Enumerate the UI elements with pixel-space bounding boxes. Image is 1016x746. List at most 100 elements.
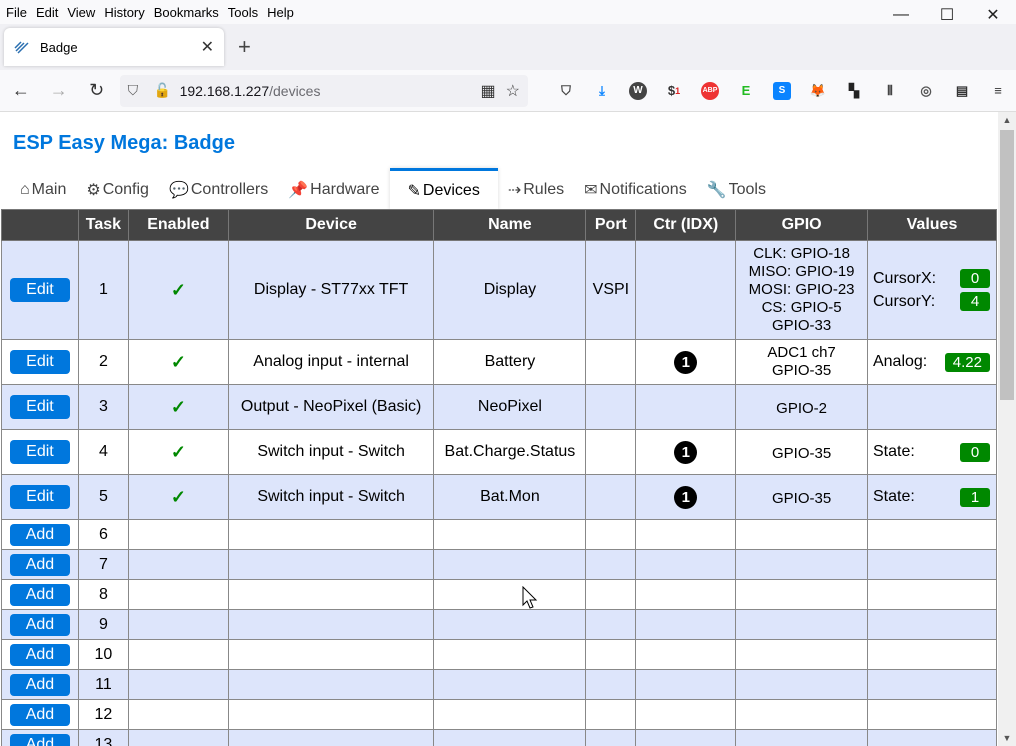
qr-code-icon[interactable]: ▦ [481, 81, 496, 101]
tab-label: Controllers [190, 181, 269, 198]
edit-button[interactable]: Edit [9, 350, 70, 374]
new-tab-button[interactable]: + [238, 34, 251, 60]
menu-tools[interactable]: Tools [228, 5, 258, 20]
menu-edit[interactable]: Edit [36, 5, 58, 20]
table-row-empty: Add 12 [1, 699, 998, 730]
value-badge: 4 [960, 292, 990, 311]
tab-label: Main [31, 181, 67, 198]
name-cell: Bat.Mon [433, 474, 587, 520]
tab-notifications[interactable]: ✉ Notifications [574, 172, 697, 208]
add-button[interactable]: Add [9, 703, 70, 726]
task-cell: 12 [77, 699, 129, 730]
controller-badge: 1 [674, 350, 698, 374]
task-cell: 13 [77, 729, 129, 746]
add-button[interactable]: Add [9, 613, 70, 636]
value-badge: 4.22 [944, 352, 990, 372]
page-content: ESP Easy Mega: Badge ⌂ Main ⚙ Config 💬 Cont… [0, 112, 998, 746]
port-cell [585, 429, 637, 475]
browser-tab[interactable]: Badge ✕ [4, 28, 224, 66]
wordpress-extension-icon[interactable]: W [620, 77, 656, 105]
tab-close-icon[interactable]: ✕ [201, 37, 214, 57]
tab-main[interactable]: ⌂ Main [10, 172, 76, 208]
edit-button[interactable]: Edit [9, 440, 70, 464]
menu-help[interactable]: Help [267, 5, 294, 20]
add-button[interactable]: Add [9, 673, 70, 696]
check-icon: ✓ [170, 486, 186, 507]
scroll-down-icon[interactable]: ▼ [998, 730, 1016, 746]
url-bar[interactable]: ⛉ 🔓 192.168.1.227/devices ▦ ☆ [119, 74, 528, 107]
menu-view[interactable]: View [67, 5, 95, 20]
adblock-plus-icon[interactable]: ABP [692, 77, 728, 105]
dollar-extension-icon[interactable]: $1 [656, 77, 692, 105]
screenshot-icon[interactable]: ◎ [908, 77, 944, 105]
values-cell: Analog: 4.22 [866, 339, 998, 385]
edit-button[interactable]: Edit [9, 395, 70, 419]
arrow-icon: ⇢ [507, 182, 522, 199]
metamask-fox-icon[interactable]: 🦊 [800, 77, 836, 105]
task-cell: 9 [77, 609, 129, 640]
reload-button[interactable]: ↻ [80, 75, 114, 107]
bookmark-star-icon[interactable]: ☆ [506, 81, 520, 101]
menu-bookmarks[interactable]: Bookmarks [154, 5, 219, 20]
speech-bubble-icon: 💬 [168, 182, 189, 199]
tab-controllers[interactable]: 💬 Controllers [159, 172, 278, 208]
gpio-line: GPIO-35 [772, 445, 832, 462]
shield-icon[interactable]: ⛉ [128, 82, 148, 99]
skype-extension-icon[interactable]: S [764, 77, 800, 105]
table-row-empty: Add 7 [1, 549, 998, 580]
gpio-line: GPIO-35 [772, 362, 832, 379]
enabled-cell: ✓ [127, 384, 229, 430]
pocket-icon[interactable]: ⛉ [548, 77, 584, 105]
table-row: Edit 4 ✓ Switch input - Switch Bat.Charg… [1, 429, 998, 475]
check-icon: ✓ [170, 396, 186, 417]
add-button[interactable]: Add [9, 553, 70, 576]
tab-tools[interactable]: 🔧 Tools [697, 172, 776, 208]
add-button[interactable]: Add [9, 733, 70, 746]
extensions-toolbar: ⛉ ⤓ W $1 ABP E S 🦊 ▚ ⦀ ◎ ▤ ≡ [548, 77, 1016, 105]
tab-rules[interactable]: ⇢ Rules [498, 172, 574, 208]
table-row: Edit 3 ✓ Output - NeoPixel (Basic) NeoPi… [1, 384, 998, 430]
tab-devices[interactable]: ✎ Devices [389, 168, 498, 210]
scrollbar-thumb[interactable] [1000, 130, 1014, 400]
main-menu: ⌂ Main ⚙ Config 💬 Controllers 📌 Hardware ✎ De… [10, 168, 776, 210]
value-label: State: [872, 443, 915, 460]
library-icon[interactable]: ⦀ [872, 77, 908, 105]
tab-config[interactable]: ⚙ Config [76, 172, 159, 208]
ctr-cell [635, 240, 737, 340]
action-cell: Add [1, 699, 79, 730]
back-button[interactable]: ← [4, 75, 38, 107]
action-cell: Add [1, 639, 79, 670]
hamburger-menu-icon[interactable]: ≡ [980, 77, 1016, 105]
gpio-line: MOSI: GPIO-23 [748, 281, 855, 298]
action-cell: Edit [1, 384, 79, 430]
forward-button[interactable]: → [42, 75, 76, 107]
header-name: Name [433, 209, 587, 241]
header-port: Port [585, 209, 637, 241]
reader-icon[interactable]: ▤ [944, 77, 980, 105]
menu-history[interactable]: History [104, 5, 144, 20]
download-icon[interactable]: ⤓ [584, 77, 620, 105]
evernote-extension-icon[interactable]: E [728, 77, 764, 105]
insecure-lock-icon[interactable]: 🔓 [154, 82, 174, 99]
table-row-empty: Add 6 [1, 519, 998, 550]
port-cell [585, 384, 637, 430]
name-cell: Bat.Charge.Status [433, 429, 587, 475]
menu-file[interactable]: File [6, 5, 27, 20]
scroll-up-icon[interactable]: ▲ [998, 112, 1016, 128]
add-button[interactable]: Add [9, 523, 70, 546]
add-button[interactable]: Add [9, 643, 70, 666]
device-cell: Display - ST77xx TFT [227, 240, 435, 340]
grid-extension-icon[interactable]: ▚ [836, 77, 872, 105]
vertical-scrollbar[interactable]: ▲ ▼ [998, 112, 1016, 746]
tab-hardware[interactable]: 📌 Hardware [278, 172, 389, 208]
action-cell: Add [1, 669, 79, 700]
port-cell [585, 474, 637, 520]
edit-button[interactable]: Edit [9, 278, 70, 302]
action-cell: Add [1, 609, 79, 640]
action-cell: Add [1, 579, 79, 610]
add-button[interactable]: Add [9, 583, 70, 606]
check-icon: ✓ [170, 279, 186, 300]
tab-title: Badge [40, 39, 78, 55]
gpio-line: GPIO-35 [772, 490, 832, 507]
edit-button[interactable]: Edit [9, 485, 70, 509]
